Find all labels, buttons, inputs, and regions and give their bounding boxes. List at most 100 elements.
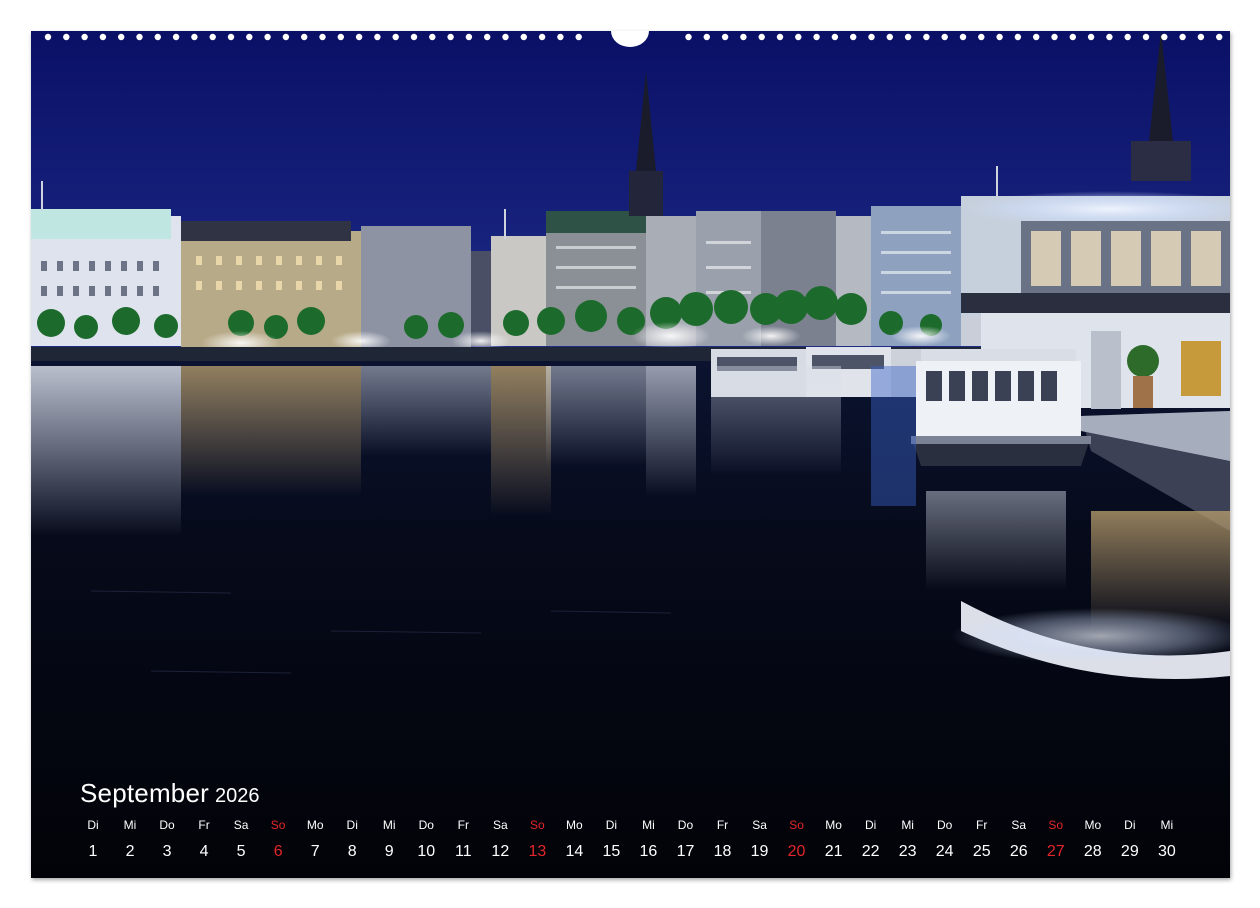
day-number: 26 <box>1009 843 1028 860</box>
day-number: 16 <box>639 843 658 860</box>
weekday-label: Do <box>159 818 175 832</box>
binding-hole <box>447 33 454 41</box>
day-number: 29 <box>1120 843 1139 860</box>
day-number: 21 <box>824 843 843 860</box>
binding-hole <box>850 33 857 41</box>
calendar-day-cell: Do 17 <box>667 818 703 862</box>
binding-hole <box>538 33 546 41</box>
weekday-label: So <box>270 818 286 832</box>
calendar-day-cell: Sa 26 <box>1001 818 1037 862</box>
binding-hole <box>923 33 930 41</box>
binding-hole <box>264 33 271 41</box>
calendar-day-cell: So 27 <box>1038 818 1074 862</box>
calendar-day-cell: Mo 28 <box>1075 818 1111 862</box>
binding-hole <box>63 33 70 41</box>
binding-hole <box>392 33 399 41</box>
calendar-day-cell: Do 10 <box>408 818 444 862</box>
binding-hole <box>1216 33 1223 41</box>
calendar-day-cell: Mi 9 <box>371 818 407 862</box>
year-label: 2026 <box>214 785 260 807</box>
weekday-label: Di <box>864 818 877 832</box>
day-number: 28 <box>1083 843 1102 860</box>
day-number: 1 <box>88 843 98 860</box>
weekday-label: Sa <box>1011 818 1027 832</box>
weekday-label: Sa <box>233 818 249 832</box>
calendar-day-cell: Do 24 <box>927 818 963 862</box>
day-number: 11 <box>454 843 472 860</box>
binding-hole <box>703 33 710 41</box>
binding-hole <box>118 33 125 41</box>
binding-hole <box>172 33 180 41</box>
binding-hole <box>227 33 235 41</box>
binding-hole <box>246 33 253 41</box>
binding-hole <box>959 33 967 41</box>
weekday-label: So <box>1048 818 1064 832</box>
day-number: 30 <box>1157 843 1176 860</box>
day-number: 3 <box>162 843 172 860</box>
calendar-day-cell: So 20 <box>779 818 815 862</box>
day-number: 24 <box>935 843 954 860</box>
day-number: 15 <box>602 843 621 860</box>
weekday-label: Do <box>418 818 434 832</box>
binding-hole <box>1033 33 1040 41</box>
calendar-day-cell: Di 22 <box>853 818 889 862</box>
day-number: 23 <box>898 843 917 860</box>
binding-hole <box>904 33 912 41</box>
calendar-day-cell: Fr 18 <box>705 818 741 862</box>
calendar-day-cell: Sa 19 <box>742 818 778 862</box>
binding-hole <box>740 33 747 41</box>
day-number: 9 <box>384 843 394 860</box>
binding-hole <box>319 33 326 41</box>
weekday-label: Sa <box>752 818 767 832</box>
calendar-day-cell: So 13 <box>519 818 555 862</box>
binding-hole <box>282 33 290 41</box>
binding-hole <box>1014 33 1022 41</box>
binding-hole <box>374 33 381 41</box>
binding-hole <box>575 33 582 41</box>
day-number: 10 <box>417 843 436 860</box>
calendar-day-cell: Mo 14 <box>556 818 592 862</box>
day-number: 25 <box>972 843 991 860</box>
day-number: 8 <box>347 843 357 860</box>
binding-hole <box>520 33 527 41</box>
binding-hole <box>429 33 436 41</box>
weekday-label: Mi <box>382 818 396 832</box>
weekday-label: Do <box>677 818 694 832</box>
binding-hole <box>868 33 875 41</box>
binding-hole <box>1161 33 1168 41</box>
day-number: 18 <box>713 843 732 860</box>
weekday-label: Di <box>346 818 358 832</box>
weekday-label: Mi <box>1160 818 1174 832</box>
calendar-day-cell: Mo 7 <box>297 818 333 862</box>
night-harbor-photo <box>31 31 1230 878</box>
binding-hole <box>191 33 198 41</box>
calendar-day-cell: Fr 25 <box>964 818 1000 862</box>
binding-hole <box>99 33 107 41</box>
calendar-title: September 2026 <box>80 778 259 809</box>
binding-hole <box>1106 33 1113 41</box>
weekday-label: Mi <box>642 818 655 832</box>
calendar-day-cell: Mi 30 <box>1149 818 1185 862</box>
day-number: 2 <box>125 843 135 860</box>
calendar-day-cell: Di 8 <box>334 818 370 862</box>
calendar-day-cell: Sa 5 <box>223 818 259 862</box>
weekday-label: Di <box>605 818 618 832</box>
weekday-label: Do <box>937 818 953 832</box>
binding-hole <box>81 33 88 41</box>
calendar-day-cell: Di 1 <box>75 818 111 862</box>
binding-hole <box>484 33 491 41</box>
day-number: 17 <box>676 843 695 860</box>
binding-hole <box>1051 33 1058 41</box>
day-number: 14 <box>565 843 584 860</box>
binding-hole <box>685 33 692 41</box>
binding-hole <box>941 33 948 41</box>
weekday-label: Fr <box>457 818 469 832</box>
calendar-day-cell: Mi 2 <box>112 818 148 862</box>
calendar-page: September 2026 Di 1 Mi 2 Do 3 Fr 4 Sa 5 So 6 Mo 7 Di 8 Mi… <box>31 31 1230 878</box>
day-number: 27 <box>1046 843 1065 860</box>
binding-hole <box>776 33 784 41</box>
calendar-day-cell: Di 15 <box>593 818 629 862</box>
binding-hole <box>1142 33 1150 41</box>
binding-hole <box>557 33 564 41</box>
binding-hole <box>136 33 143 41</box>
